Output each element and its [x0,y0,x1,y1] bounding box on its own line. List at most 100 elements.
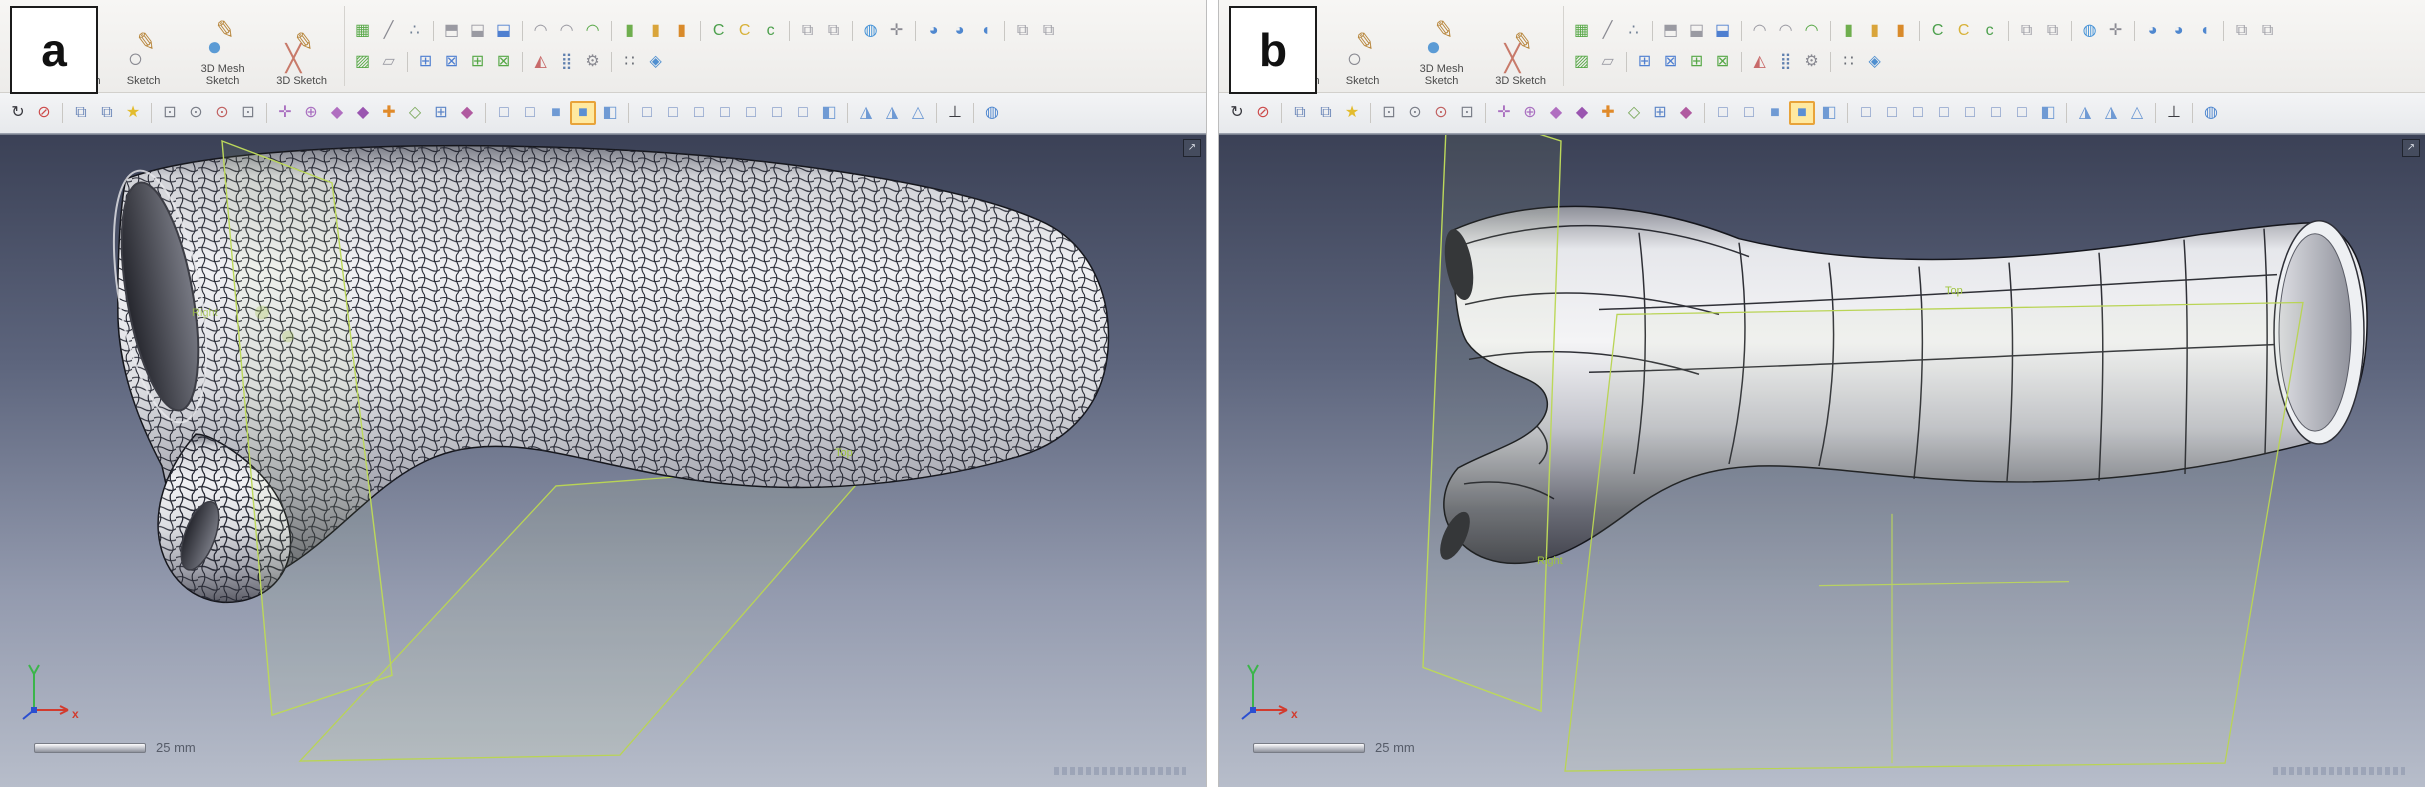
display-mode2-icon[interactable]: □ [1880,101,1904,125]
view-iso3-icon[interactable]: ◇ [403,101,427,125]
gear-icon[interactable]: ⚙ [581,50,605,74]
boolean-icon[interactable]: ⧉ [2015,19,2039,43]
display-mode5-icon[interactable]: □ [1958,101,1982,125]
sweep-icon[interactable]: ⬓ [1711,19,1735,43]
3d-mesh-sketch-button[interactable]: ●✎3D Mesh Sketch [180,0,266,92]
datum-tree-icon[interactable]: ⊥ [2162,101,2186,125]
shell-icon[interactable]: ◖ [2193,19,2217,43]
orbit-icon[interactable]: ⊕ [1518,101,1542,125]
display-shaded-icon[interactable]: ■ [1763,101,1787,125]
display-mode4-icon[interactable]: □ [1932,101,1956,125]
window-2-icon[interactable]: ⧉ [2256,19,2280,43]
cylinder-yellow-icon[interactable]: ▮ [1863,19,1887,43]
add-body-green-icon[interactable]: ⊞ [1685,50,1709,74]
world-view-icon[interactable]: ◍ [2199,101,2223,125]
world-view-icon[interactable]: ◍ [980,101,1004,125]
line-icon[interactable]: ╱ [1596,19,1620,43]
view-iso4-icon[interactable]: ◆ [455,101,479,125]
optimize-sphere-icon[interactable]: ◕ [948,19,972,43]
sketch-button[interactable]: ○✎Sketch [1327,0,1399,92]
transform-icon[interactable]: ✛ [885,19,909,43]
zoom-fit-icon[interactable]: ⊡ [1455,101,1479,125]
paste-stack-icon[interactable]: ⧉ [95,101,119,125]
view-iso2-icon[interactable]: ◆ [351,101,375,125]
extrude-icon[interactable]: ⬒ [440,19,464,43]
sweep-icon[interactable]: ⬓ [492,19,516,43]
view-plus-icon[interactable]: ✚ [377,101,401,125]
stop-icon[interactable]: ⊘ [1251,101,1275,125]
3d-mesh-sketch-button[interactable]: ●✎3D Mesh Sketch [1399,0,1485,92]
orientation-icon[interactable]: ◈ [644,50,668,74]
display-hidden-icon[interactable]: ◧ [1817,101,1841,125]
loft-icon[interactable]: ◠ [1748,19,1772,43]
star-capture-icon[interactable]: ★ [121,101,145,125]
optimize-sphere-icon[interactable]: ◕ [2167,19,2191,43]
transform-icon[interactable]: ✛ [2104,19,2128,43]
boolean-cut-icon[interactable]: ⧉ [2041,19,2065,43]
plane-grid-icon[interactable]: ▨ [1570,50,1594,74]
star-capture-icon[interactable]: ★ [1340,101,1364,125]
top-reference-plane[interactable] [1565,302,2303,771]
cylinder-green-icon[interactable]: ▮ [618,19,642,43]
remove-body-blue-icon[interactable]: ⊠ [440,50,464,74]
zoom-window-icon[interactable]: ⊡ [158,101,182,125]
right-reference-plane[interactable] [1423,135,1561,711]
datum-tree-icon[interactable]: ⊥ [943,101,967,125]
display-mode1-icon[interactable]: □ [1854,101,1878,125]
expand-icon[interactable]: ↗ [1183,139,1201,157]
pan-icon[interactable]: ✛ [273,101,297,125]
viewport-b[interactable]: Top Right ↗ x 25 mm [1219,134,2425,787]
expand-icon[interactable]: ↗ [2402,139,2420,157]
window-icon[interactable]: ⧉ [1011,19,1035,43]
sheet-flip-icon[interactable]: ▱ [1596,50,1620,74]
sketch-button[interactable]: ○✎Sketch [108,0,180,92]
shell-icon[interactable]: ◖ [974,19,998,43]
copy-stack-icon[interactable]: ⧉ [1288,101,1312,125]
zoom-fit-icon[interactable]: ⊡ [236,101,260,125]
smooth-sphere-icon[interactable]: ◕ [922,19,946,43]
window-2-icon[interactable]: ⧉ [1037,19,1061,43]
pan-icon[interactable]: ✛ [1492,101,1516,125]
window-icon[interactable]: ⧉ [2230,19,2254,43]
view-iso1-icon[interactable]: ◆ [1544,101,1568,125]
view-iso2-icon[interactable]: ◆ [1570,101,1594,125]
orbit-icon[interactable]: ⊕ [299,101,323,125]
edit-sphere-icon[interactable]: ◍ [2078,19,2102,43]
viewport-a[interactable]: Top Right ↗ x 25 mm [0,134,1206,787]
display-mode2-icon[interactable]: □ [661,101,685,125]
zoom-window-icon[interactable]: ⊡ [1377,101,1401,125]
display-mode8-icon[interactable]: ◧ [817,101,841,125]
sheet-flip-icon[interactable]: ▱ [377,50,401,74]
plane-grid-icon[interactable]: ▨ [351,50,375,74]
3d-sketch-button[interactable]: ╳✎3D Sketch [1485,0,1557,92]
boolean-cut-icon[interactable]: ⧉ [822,19,846,43]
rotate-view-icon[interactable]: ↻ [1225,101,1249,125]
dome-icon[interactable]: ◠ [555,19,579,43]
view-plus-icon[interactable]: ✚ [1596,101,1620,125]
orientation-icon[interactable]: ◈ [1863,50,1887,74]
mesh-display3-icon[interactable]: △ [906,101,930,125]
cylinder-yellow-icon[interactable]: ▮ [644,19,668,43]
display-shaded-edges-icon[interactable]: ■ [1789,101,1815,125]
display-wire2-icon[interactable]: □ [518,101,542,125]
zoom-icon[interactable]: ⊙ [184,101,208,125]
line-icon[interactable]: ╱ [377,19,401,43]
display-hidden-icon[interactable]: ◧ [598,101,622,125]
display-mode7-icon[interactable]: □ [791,101,815,125]
mesh-display3-icon[interactable]: △ [2125,101,2149,125]
surface-grid-icon[interactable]: ▦ [1570,19,1594,43]
display-mode1-icon[interactable]: □ [635,101,659,125]
add-body-blue-icon[interactable]: ⊞ [414,50,438,74]
fit-surface-icon[interactable]: ◠ [1800,19,1824,43]
add-body-green-icon[interactable]: ⊞ [466,50,490,74]
fit-surface-icon[interactable]: ◠ [581,19,605,43]
mirror-icon[interactable]: ◭ [529,50,553,74]
remove-body-green-icon[interactable]: ⊠ [492,50,516,74]
curve-yellow-icon[interactable]: C [733,19,757,43]
smooth-sphere-icon[interactable]: ◕ [2141,19,2165,43]
mesh-display1-icon[interactable]: ◮ [2073,101,2097,125]
pattern-grid-icon[interactable]: ⣿ [1774,50,1798,74]
display-mode6-icon[interactable]: □ [1984,101,2008,125]
paste-stack-icon[interactable]: ⧉ [1314,101,1338,125]
copy-stack-icon[interactable]: ⧉ [69,101,93,125]
